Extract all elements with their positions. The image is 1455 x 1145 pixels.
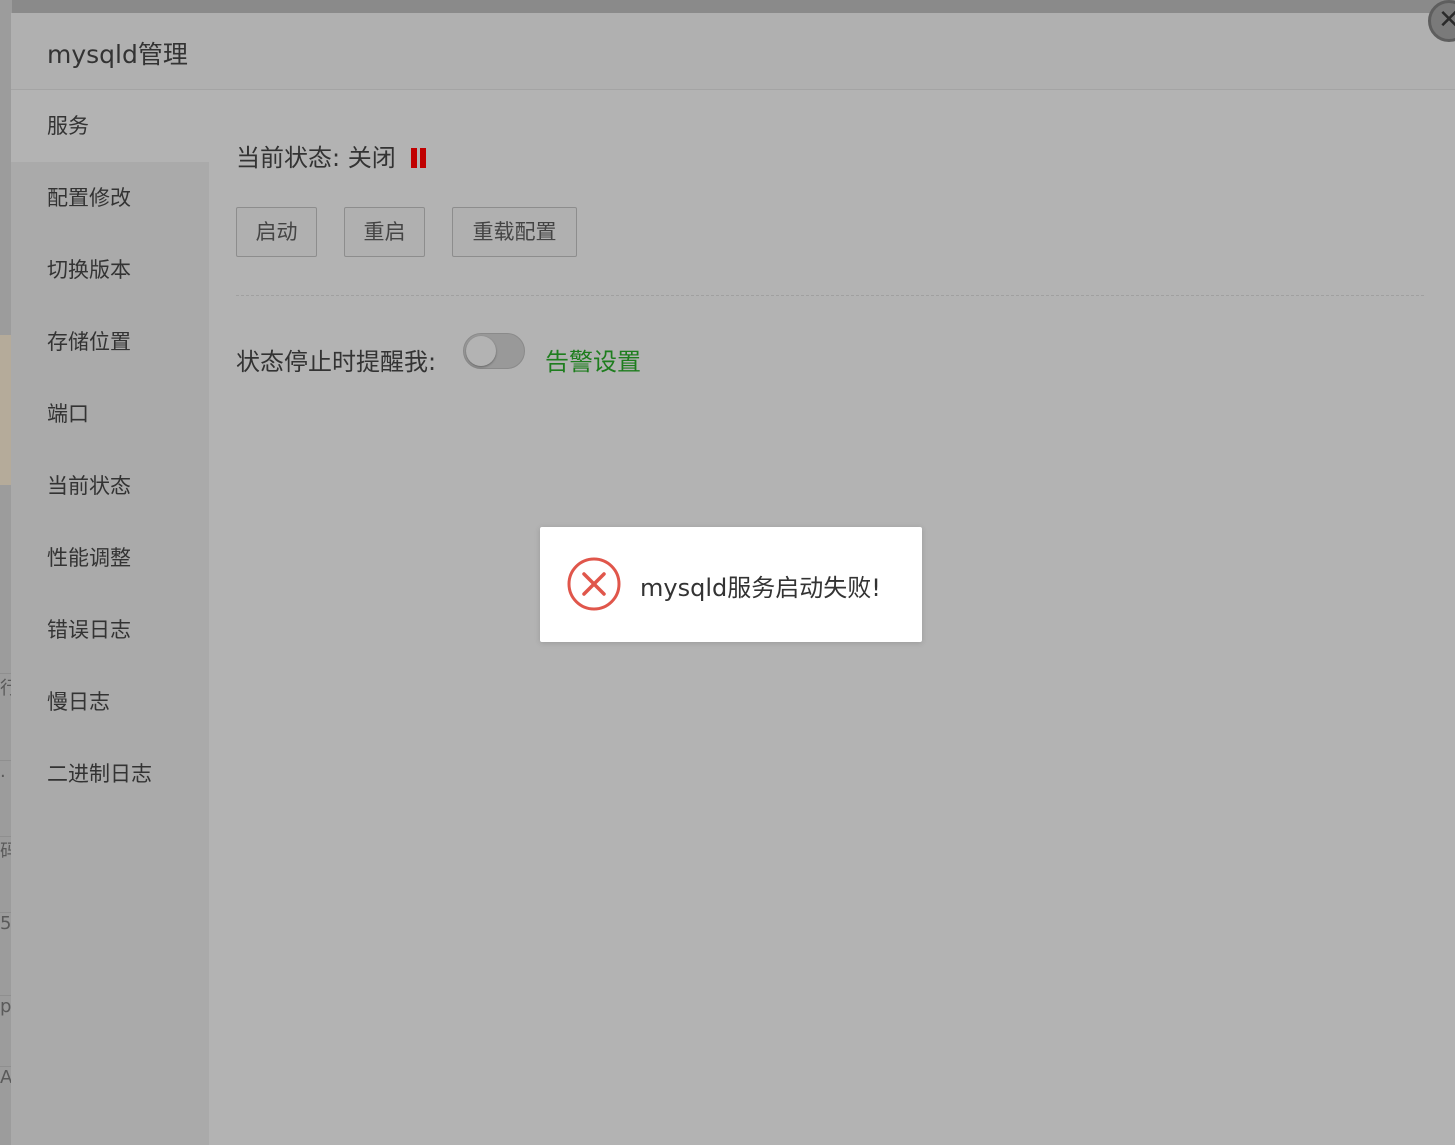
notify-on-stop-toggle[interactable] — [463, 333, 525, 369]
sidebar-item-port[interactable]: 端口 — [11, 378, 209, 450]
sidebar-item-current-status[interactable]: 当前状态 — [11, 450, 209, 522]
error-circle-icon — [567, 557, 621, 611]
sidebar-item-performance-tuning[interactable]: 性能调整 — [11, 522, 209, 594]
restart-button[interactable]: 重启 — [344, 207, 425, 257]
status-value: 关闭 — [347, 144, 396, 172]
sidebar-item-error-log[interactable]: 错误日志 — [11, 594, 209, 666]
start-button[interactable]: 启动 — [236, 207, 317, 257]
status-label: 当前状态: — [236, 144, 341, 172]
modal-title: mysqld管理 — [47, 40, 188, 69]
alert-settings-link[interactable]: 告警设置 — [545, 342, 641, 377]
modal-header: mysqld管理 — [11, 13, 1455, 90]
sidebar-item-storage-location[interactable]: 存储位置 — [11, 306, 209, 378]
sidebar-item-binary-log[interactable]: 二进制日志 — [11, 738, 209, 810]
sidebar: 服务 配置修改 切换版本 存储位置 端口 当前状态 性能调整 错误日志 慢日志 … — [11, 90, 209, 1145]
toggle-knob — [466, 336, 496, 366]
pause-icon — [411, 148, 427, 168]
sidebar-item-slow-log[interactable]: 慢日志 — [11, 666, 209, 738]
toast-message: mysqld服务启动失败! — [640, 574, 881, 602]
close-icon: ✕ — [1438, 5, 1455, 35]
sidebar-item-config-edit[interactable]: 配置修改 — [11, 162, 209, 234]
notify-on-stop-label: 状态停止时提醒我: — [236, 348, 437, 376]
sidebar-item-service[interactable]: 服务 — [11, 90, 209, 162]
error-toast: mysqld服务启动失败! — [540, 527, 922, 642]
current-status: 当前状态: 关闭 — [236, 138, 427, 173]
sidebar-item-switch-version[interactable]: 切换版本 — [11, 234, 209, 306]
divider — [236, 295, 1424, 296]
reload-config-button[interactable]: 重载配置 — [452, 207, 577, 257]
